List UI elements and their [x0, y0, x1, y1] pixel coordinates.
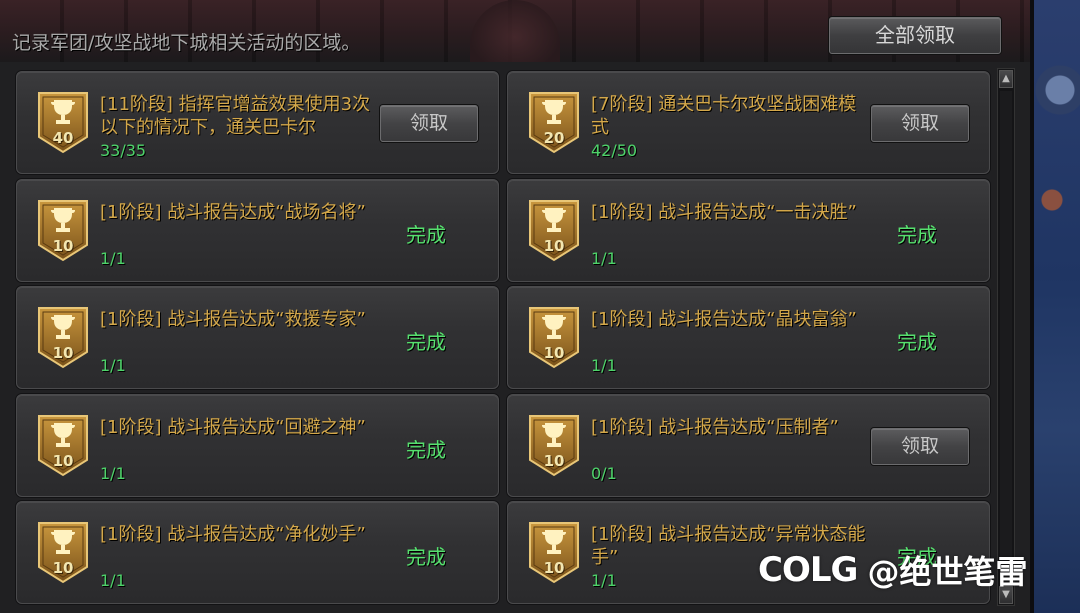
achievement-title: [1阶段] 战斗报告达成“战场名将” [100, 202, 366, 223]
trophy-badge-icon: 10 [37, 521, 89, 584]
completed-label: 完成 [406, 330, 446, 354]
trophy-badge-icon: 10 [37, 306, 89, 369]
achievement-card: 10 [1阶段] 战斗报告达成“回避之神” 1/1 完成 [16, 394, 499, 497]
achievement-card: 10 [1阶段] 战斗报告达成“救援专家” 1/1 完成 [16, 286, 499, 389]
badge-points: 20 [543, 129, 565, 147]
achievement-progress: 1/1 [100, 249, 126, 268]
claim-button[interactable]: 领取 [871, 105, 969, 142]
badge-points: 10 [52, 344, 74, 362]
achievement-progress: 33/35 [100, 141, 147, 160]
achievement-title: [1阶段] 战斗报告达成“净化妙手” [100, 524, 366, 545]
trophy-badge-icon: 40 [37, 91, 89, 154]
achievement-title: [7阶段] 通关巴卡尔攻坚战困难模式 [591, 94, 857, 138]
page-description: 记录军团/攻坚战地下城相关活动的区域。 [12, 32, 361, 54]
badge-points: 10 [52, 452, 74, 470]
watermark: COLG @绝世笔雷 [758, 540, 1027, 600]
badge-points: 10 [543, 452, 565, 470]
completed-label: 完成 [897, 223, 937, 247]
achievement-card: 10 [1阶段] 战斗报告达成“净化妙手” 1/1 完成 [16, 501, 499, 604]
achievement-title: [1阶段] 战斗报告达成“回避之神” [100, 417, 366, 438]
achievement-card: 20 [7阶段] 通关巴卡尔攻坚战困难模式 42/50 领取 [507, 71, 990, 174]
trophy-badge-icon: 10 [37, 199, 89, 262]
trophy-badge-icon: 10 [37, 414, 89, 477]
achievement-progress: 0/1 [591, 464, 617, 483]
completed-label: 完成 [406, 438, 446, 462]
achievement-progress: 1/1 [100, 464, 126, 483]
achievement-window: 记录军团/攻坚战地下城相关活动的区域。 全部领取 40 [11阶段] 指挥官增益效… [0, 0, 1080, 613]
background-scenery-right [1030, 0, 1080, 613]
watermark-logo: COLG [758, 550, 858, 590]
completed-label: 完成 [406, 545, 446, 569]
achievement-progress: 42/50 [591, 141, 638, 160]
achievement-progress: 1/1 [100, 571, 126, 590]
claim-button[interactable]: 领取 [380, 105, 478, 142]
trophy-badge-icon: 10 [528, 306, 580, 369]
completed-label: 完成 [897, 330, 937, 354]
achievement-progress: 1/1 [591, 356, 617, 375]
achievement-progress: 1/1 [100, 356, 126, 375]
achievement-card: 10 [1阶段] 战斗报告达成“晶块富翁” 1/1 完成 [507, 286, 990, 389]
achievement-card: 40 [11阶段] 指挥官增益效果使用3次以下的情况下，通关巴卡尔 33/35 领取 [16, 71, 499, 174]
achievement-card: 10 [1阶段] 战斗报告达成“一击决胜” 1/1 完成 [507, 179, 990, 282]
achievement-title: [1阶段] 战斗报告达成“一击决胜” [591, 202, 857, 223]
claim-button[interactable]: 领取 [871, 428, 969, 465]
achievement-title: [1阶段] 战斗报告达成“压制者” [591, 417, 839, 438]
achievement-progress: 1/1 [591, 249, 617, 268]
completed-label: 完成 [406, 223, 446, 247]
achievement-title: [1阶段] 战斗报告达成“救援专家” [100, 309, 366, 330]
achievement-card: 10 [1阶段] 战斗报告达成“战场名将” 1/1 完成 [16, 179, 499, 282]
scrollbar[interactable]: ▲ ▼ [997, 68, 1015, 606]
scroll-up-icon[interactable]: ▲ [999, 70, 1013, 88]
scroll-track[interactable] [1000, 91, 1012, 583]
claim-all-button[interactable]: 全部领取 [829, 17, 1001, 54]
trophy-badge-icon: 10 [528, 414, 580, 477]
badge-points: 10 [543, 344, 565, 362]
achievement-card: 10 [1阶段] 战斗报告达成“压制者” 0/1 领取 [507, 394, 990, 497]
trophy-badge-icon: 10 [528, 521, 580, 584]
achievement-title: [11阶段] 指挥官增益效果使用3次以下的情况下，通关巴卡尔 [100, 94, 371, 138]
badge-points: 10 [543, 559, 565, 577]
trophy-badge-icon: 20 [528, 91, 580, 154]
badge-points: 10 [52, 237, 74, 255]
badge-points: 40 [52, 129, 74, 147]
trophy-badge-icon: 10 [528, 199, 580, 262]
badge-points: 10 [52, 559, 74, 577]
achievement-title: [1阶段] 战斗报告达成“晶块富翁” [591, 309, 857, 330]
achievement-progress: 1/1 [591, 571, 617, 590]
watermark-text: @绝世笔雷 [867, 553, 1028, 591]
badge-points: 10 [543, 237, 565, 255]
